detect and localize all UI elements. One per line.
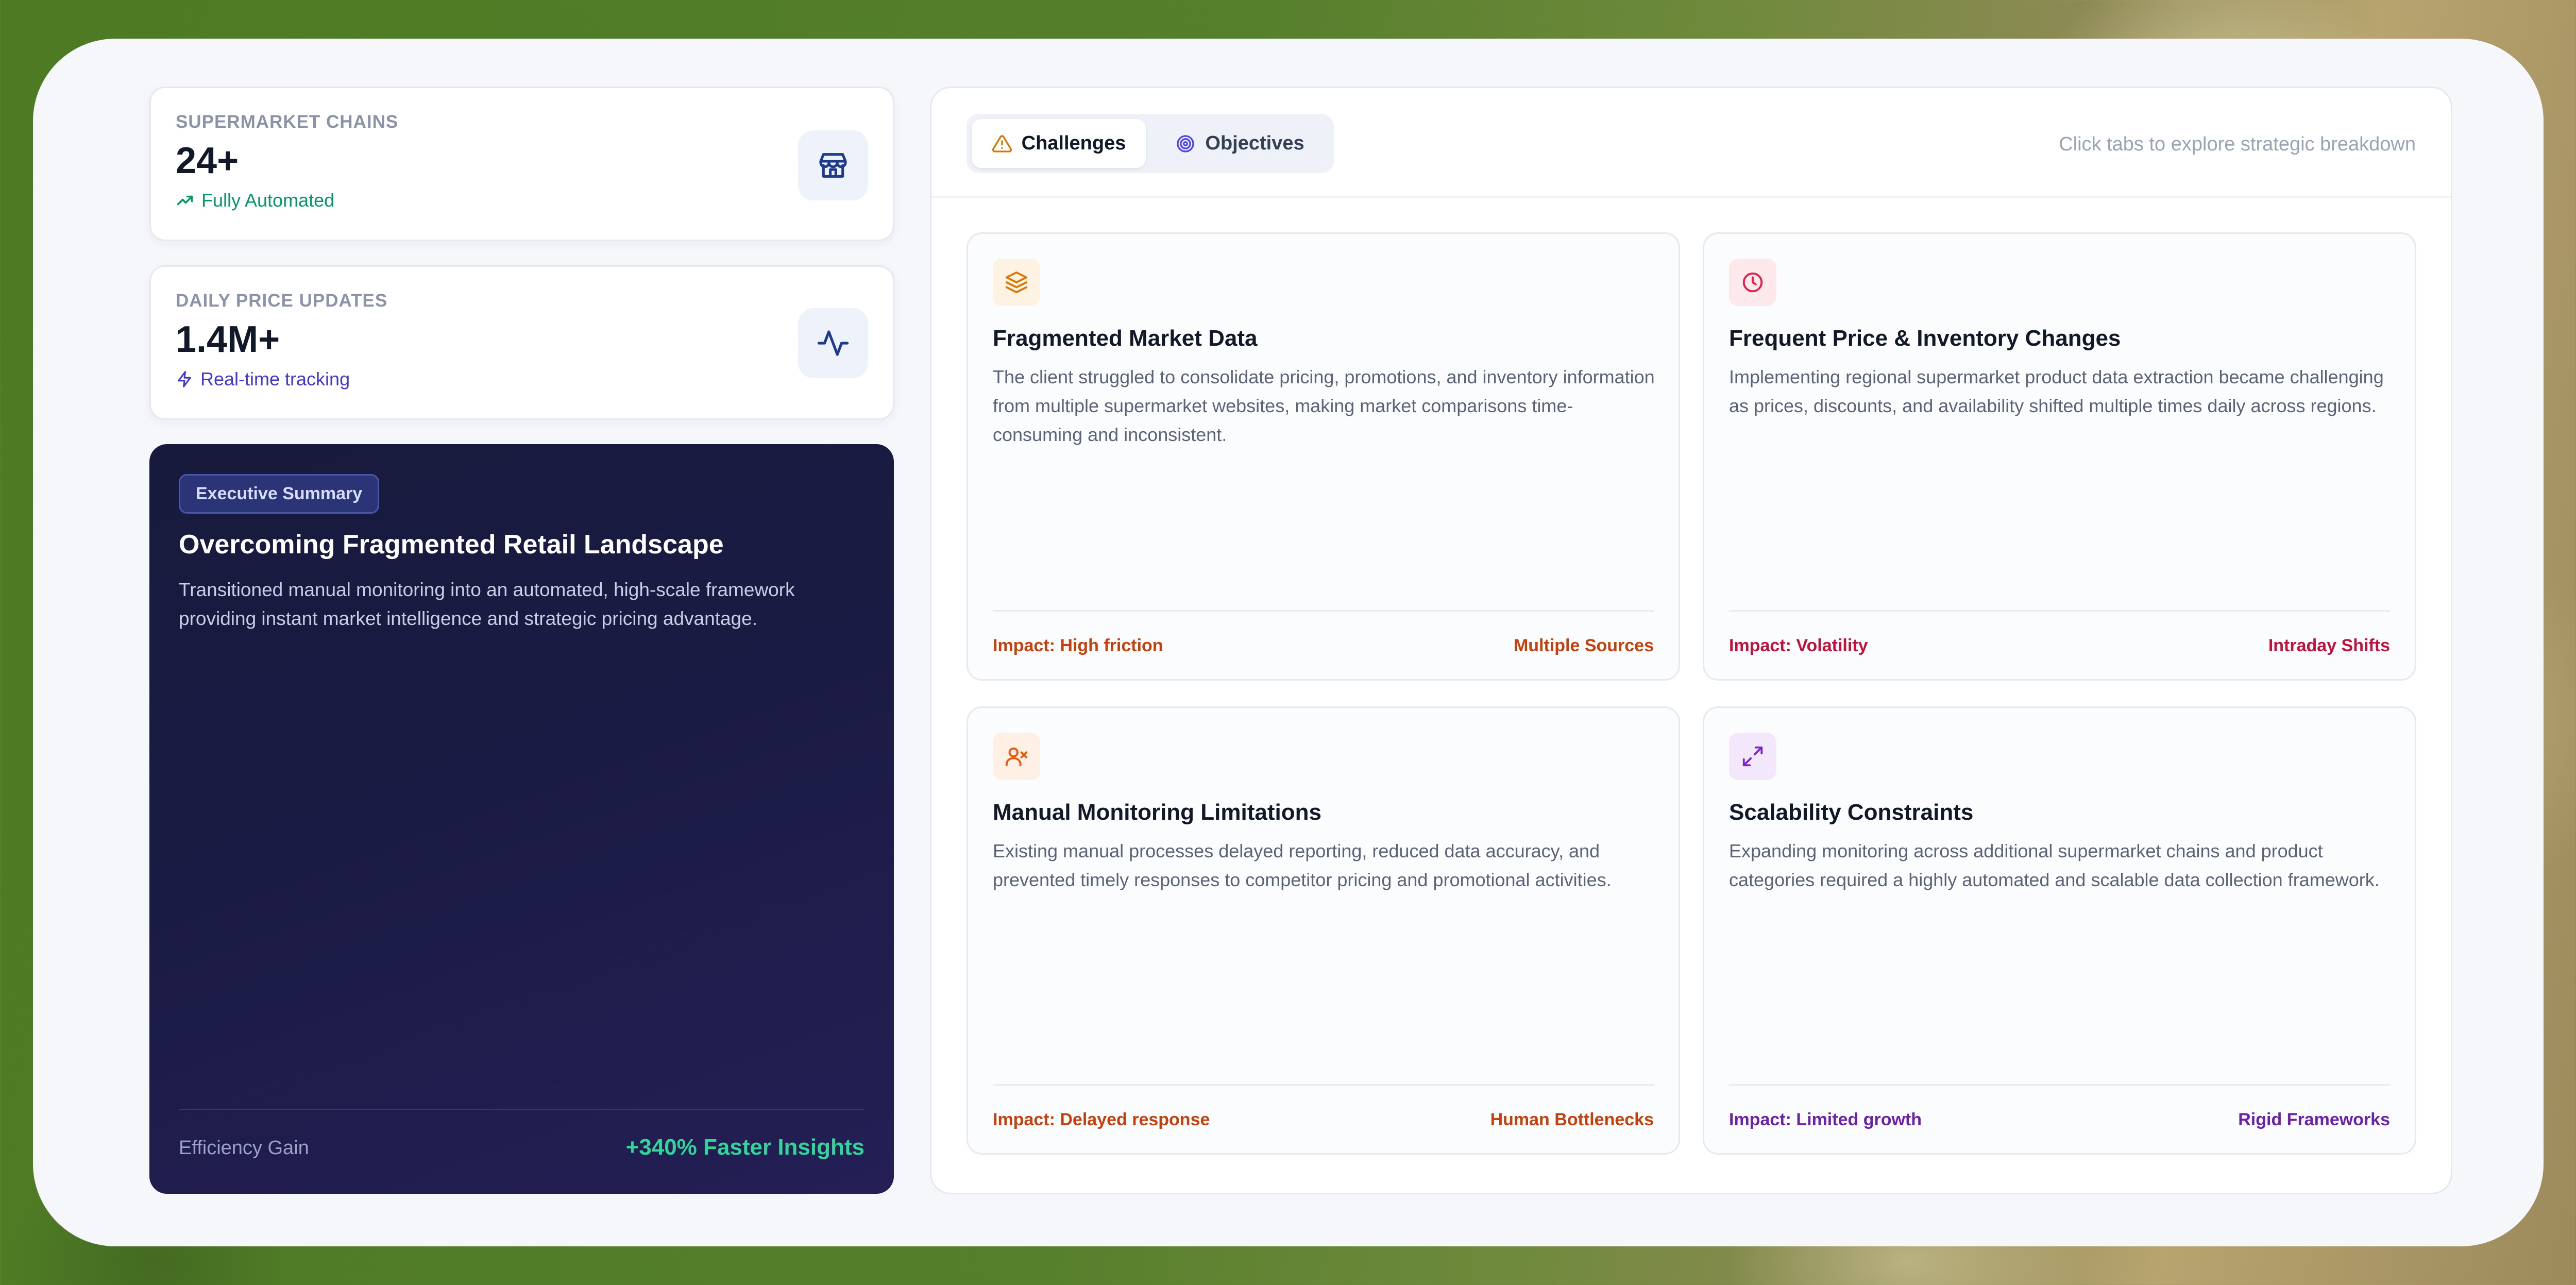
stat-label: DAILY PRICE UPDATES [176, 291, 388, 311]
activity-icon-tile [798, 308, 868, 378]
challenge-tag: Intraday Shifts [2268, 636, 2390, 655]
stat-sub-label: Fully Automated [201, 190, 335, 211]
challenge-divider [1729, 610, 2390, 612]
challenge-divider [993, 1084, 1654, 1086]
challenge-divider [993, 610, 1654, 612]
executive-summary-badge: Executive Summary [179, 474, 380, 514]
challenge-tag: Multiple Sources [1513, 636, 1654, 655]
summary-description: Transitioned manual monitoring into an a… [179, 579, 795, 629]
challenge-icon-tile [1729, 259, 1776, 306]
challenge-impact: Impact: Volatility [1729, 636, 1868, 655]
summary-divider [179, 1109, 865, 1110]
stat-card-daily-price-updates: DAILY PRICE UPDATES 1.4M+ Real-time trac… [149, 265, 894, 420]
challenge-tag: Rigid Frameworks [2238, 1110, 2390, 1129]
alert-triangle-icon [992, 134, 1012, 153]
challenge-title: Scalability Constraints [1729, 800, 1974, 825]
zap-icon [178, 371, 191, 387]
tab-label: Objectives [1205, 132, 1304, 154]
store-icon-tile [798, 130, 868, 200]
challenge-divider [1729, 1084, 2390, 1086]
stat-value: 24+ [176, 140, 239, 181]
summary-title: Overcoming Fragmented Retail Landscape [179, 530, 724, 560]
efficiency-gain-label: Efficiency Gain [179, 1137, 309, 1159]
tab-challenges[interactable]: Challenges [972, 119, 1146, 168]
challenge-icon-tile [993, 259, 1040, 306]
challenge-title: Fragmented Market Data [993, 326, 1258, 351]
tab-hint: Click tabs to explore strategic breakdow… [2059, 133, 2416, 155]
stat-sub: Fully Automated [176, 190, 334, 211]
tab-bar: Challenges Objectives [967, 114, 1334, 173]
challenge-card: Manual Monitoring Limitations Existing m… [967, 706, 1680, 1155]
challenge-description: The client struggled to consolidate pric… [993, 366, 1655, 445]
strategic-breakdown-panel: Challenges Objectives Click tabs to expl… [930, 87, 2452, 1194]
challenge-impact: Impact: High friction [993, 636, 1163, 655]
challenge-icon-tile [993, 733, 1040, 780]
user-x-icon [1005, 747, 1028, 767]
challenge-impact: Impact: Delayed response [993, 1110, 1210, 1129]
target-icon [1177, 134, 1195, 153]
stat-sub-label: Real-time tracking [200, 368, 350, 390]
panel-divider [931, 196, 2451, 198]
dashboard-frame: SUPERMARKET CHAINS 24+ Fully Automated D… [33, 39, 2544, 1246]
challenge-description: Expanding monitoring across additional s… [1729, 840, 2380, 890]
store-icon [819, 153, 847, 178]
stat-sub: Real-time tracking [176, 368, 350, 390]
challenge-tag: Human Bottlenecks [1490, 1110, 1654, 1129]
trending-up-icon [177, 195, 193, 206]
maximize-icon [1742, 746, 1763, 767]
efficiency-gain-value: +340% Faster Insights [625, 1135, 865, 1160]
activity-icon [817, 330, 849, 356]
layers-icon [1005, 271, 1028, 294]
stat-label: SUPERMARKET CHAINS [176, 112, 399, 132]
challenge-icon-tile [1729, 733, 1776, 780]
challenge-card: Frequent Price & Inventory Changes Imple… [1703, 232, 2416, 681]
challenge-title: Frequent Price & Inventory Changes [1729, 326, 2121, 351]
challenge-title: Manual Monitoring Limitations [993, 800, 1321, 825]
challenge-card: Scalability Constraints Expanding monito… [1703, 706, 2416, 1155]
executive-summary-card: Executive Summary Overcoming Fragmented … [149, 444, 894, 1194]
challenge-card: Fragmented Market Data The client strugg… [967, 232, 1680, 681]
stat-card-supermarket-chains: SUPERMARKET CHAINS 24+ Fully Automated [149, 87, 894, 241]
challenge-description: Implementing regional supermarket produc… [1729, 366, 2384, 416]
tab-objectives[interactable]: Objectives [1151, 119, 1329, 168]
clock-icon [1742, 272, 1763, 293]
tab-label: Challenges [1021, 132, 1126, 154]
challenge-impact: Impact: Limited growth [1729, 1110, 1922, 1129]
challenge-description: Existing manual processes delayed report… [993, 840, 1612, 890]
stat-value: 1.4M+ [176, 319, 280, 360]
